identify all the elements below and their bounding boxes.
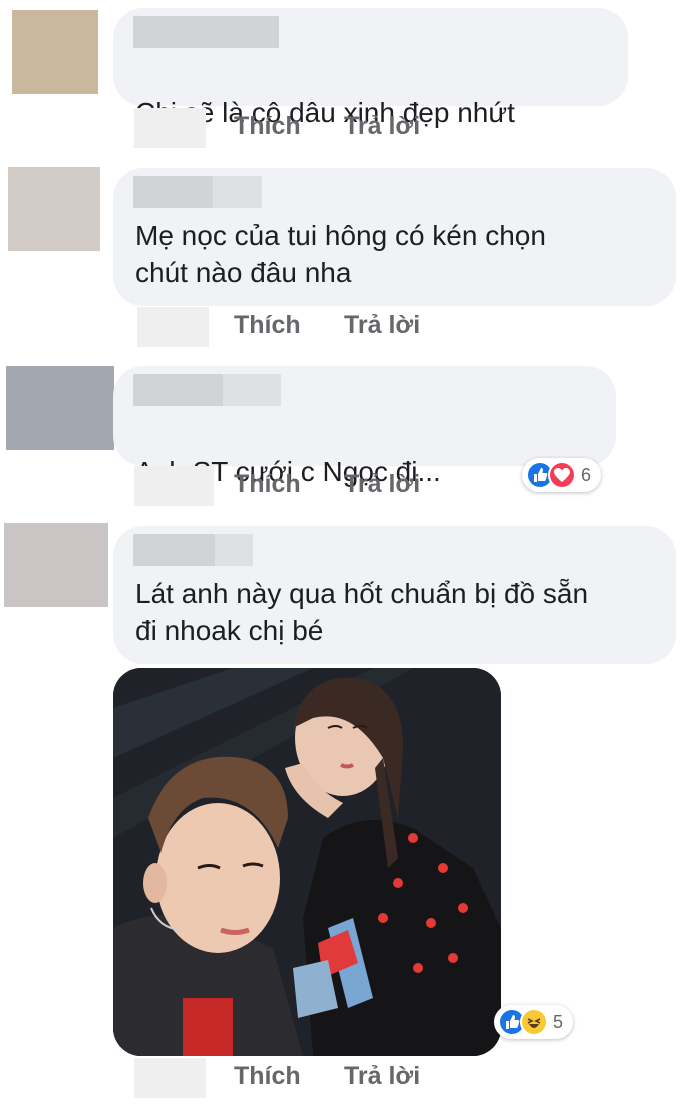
like-link[interactable]: Thích <box>234 311 301 340</box>
reaction-count: 6 <box>581 464 592 485</box>
reaction-summary[interactable]: 5 <box>494 1005 574 1039</box>
avatar[interactable] <box>8 167 100 251</box>
comment-text: Mẹ nọc của tui hông có kén chọn chút nào… <box>135 220 546 288</box>
like-link[interactable]: Thích <box>234 112 301 141</box>
comment-bubble: Mẹ nọc của tui hông có kén chọn chút nào… <box>113 168 676 306</box>
selfie-photo-image <box>113 668 501 1056</box>
haha-reaction-icon <box>520 1008 548 1036</box>
comment-actions: Thích Trả lời <box>134 108 454 148</box>
avatar[interactable] <box>12 10 98 94</box>
comment-text: Lát anh này qua hốt chuẩn bị đồ sẵn đi n… <box>135 578 589 646</box>
timestamp-redacted <box>137 307 209 347</box>
comment-bubble: Anh ST cưới c Ngọc đi... <box>113 366 616 559</box>
reply-link[interactable]: Trả lời <box>344 112 420 141</box>
comment-actions: Thích Trả lời <box>134 466 454 506</box>
comment-bubble: Chị sẽ là cô dâu xinh đẹp nhứt <box>113 8 628 201</box>
avatar[interactable] <box>4 523 108 607</box>
reaction-summary[interactable]: 6 <box>522 458 602 492</box>
like-link[interactable]: Thích <box>234 470 301 499</box>
timestamp-redacted <box>134 466 214 506</box>
comment-photo-attachment[interactable] <box>113 668 501 1056</box>
avatar[interactable] <box>6 366 114 450</box>
like-link[interactable]: Thích <box>234 1062 301 1091</box>
reply-link[interactable]: Trả lời <box>344 311 420 340</box>
reaction-count: 5 <box>553 1011 564 1032</box>
reply-link[interactable]: Trả lời <box>344 1062 420 1091</box>
comment-actions: Thích Trả lời <box>134 1058 454 1098</box>
timestamp-redacted <box>134 1058 206 1098</box>
love-reaction-icon <box>548 461 576 489</box>
comment-bubble: Lát anh này qua hốt chuẩn bị đồ sẵn đi n… <box>113 526 676 664</box>
comment-actions: Thích Trả lời <box>137 307 457 347</box>
timestamp-redacted <box>134 108 206 148</box>
reply-link[interactable]: Trả lời <box>344 470 420 499</box>
